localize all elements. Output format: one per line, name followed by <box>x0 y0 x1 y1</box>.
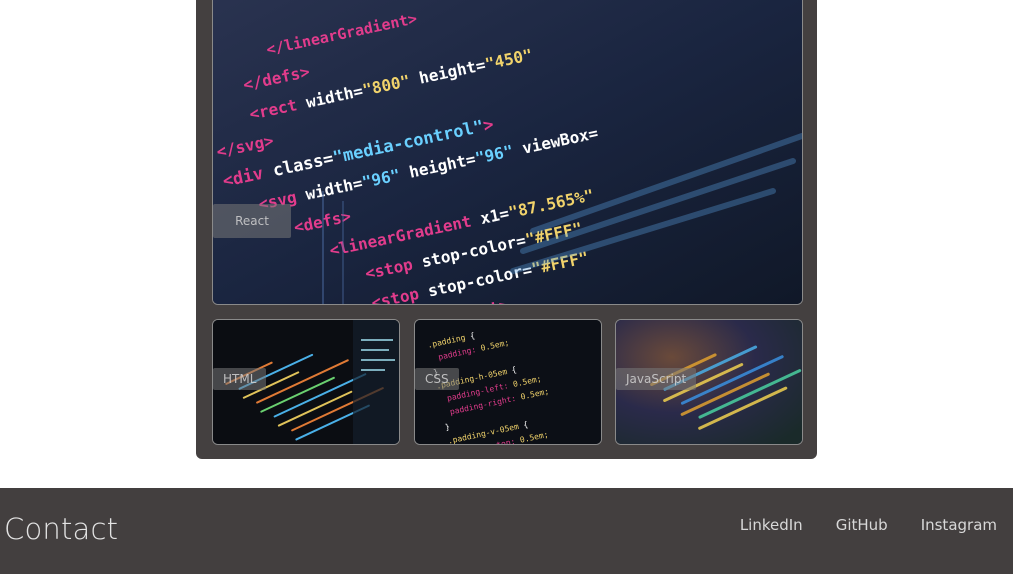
react-tag[interactable]: React <box>213 204 291 238</box>
html-project-card[interactable]: HTML <box>212 319 400 445</box>
project-gallery: </linearGradient> </defs> <rect width="8… <box>196 0 817 459</box>
contact-heading: Contact <box>4 512 119 546</box>
html-tag[interactable]: HTML <box>213 368 267 390</box>
code-screenshot-image: </linearGradient> </defs> <rect width="8… <box>213 0 802 304</box>
instagram-link[interactable]: Instagram <box>921 516 997 534</box>
social-links: LinkedIn GitHub Instagram <box>740 516 997 534</box>
github-link[interactable]: GitHub <box>836 516 888 534</box>
footer: Contact LinkedIn GitHub Instagram <box>0 488 1013 574</box>
javascript-tag[interactable]: JavaScript <box>616 368 697 390</box>
css-tag[interactable]: CSS <box>415 368 459 390</box>
javascript-project-card[interactable]: JavaScript <box>615 319 803 445</box>
linkedin-link[interactable]: LinkedIn <box>740 516 803 534</box>
css-project-card[interactable]: .padding { padding: 0.5em; } .padding-h-… <box>414 319 602 445</box>
featured-project-card[interactable]: </linearGradient> </defs> <rect width="8… <box>212 0 803 305</box>
